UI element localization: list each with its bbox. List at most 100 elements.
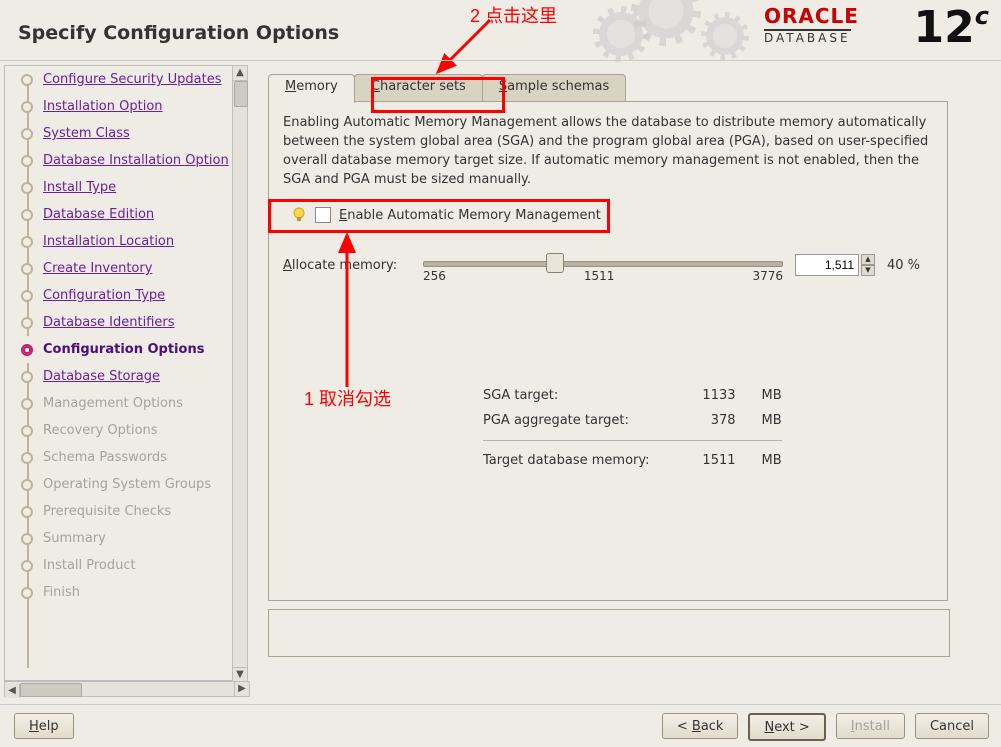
scroll-up-icon[interactable]: ▲ [233,66,247,81]
allocate-memory-label: Allocate memory: [283,258,411,273]
nav-step-dot-icon [21,479,33,491]
table-row: Target database memory: 1511 MB [471,449,794,472]
back-button[interactable]: < Back [662,713,739,739]
sidebar-item-label: Configure Security Updates [43,72,222,87]
sidebar-item-database-installation-option[interactable]: Database Installation Option [5,147,233,174]
nav-step-dot-icon [21,371,33,383]
sidebar-item-label: Database Edition [43,207,154,222]
nav-step-dot-icon [21,398,33,410]
sidebar-item-database-storage[interactable]: Database Storage [5,363,233,390]
sidebar-item-label: Installation Location [43,234,174,249]
sidebar-vertical-scrollbar[interactable]: ▲ ▼ [232,65,248,683]
table-row: PGA aggregate target: 378 MB [471,409,794,432]
total-value: 1511 [664,449,748,472]
oracle-logo: ORACLE DATABASE 12c [764,4,989,46]
pga-unit: MB [750,409,794,432]
memory-summary-table: SGA target: 1133 MB PGA aggregate target… [469,382,796,474]
logo-brand: ORACLE [764,4,859,28]
slider-max: 3776 [752,269,783,283]
sidebar-item-configuration-type[interactable]: Configuration Type [5,282,233,309]
sidebar-item-label: Create Inventory [43,261,152,276]
nav-step-dot-icon [21,155,33,167]
spinner-up-icon[interactable]: ▲ [861,254,875,265]
tab-sample-schemas[interactable]: Sample schemas [482,74,626,103]
install-button[interactable]: Install [836,713,905,739]
enable-amm-checkbox[interactable] [315,207,331,223]
sidebar-horizontal-scrollbar[interactable]: ◀ ▶ [4,681,250,697]
sidebar-item-label: Database Identifiers [43,315,175,330]
sidebar-item-label: Summary [43,531,106,546]
total-unit: MB [750,449,794,472]
allocate-memory-input[interactable] [795,254,859,276]
tab-pane-memory: Enabling Automatic Memory Management all… [268,101,948,601]
sidebar-item-database-edition[interactable]: Database Edition [5,201,233,228]
sidebar-item-summary: Summary [5,525,233,552]
sga-value: 1133 [664,384,748,407]
sidebar-item-label: Install Product [43,558,136,573]
nav-step-dot-icon [21,425,33,437]
pga-label: PGA aggregate target: [471,409,662,432]
sidebar-item-label: Management Options [43,396,183,411]
sidebar-item-installation-option[interactable]: Installation Option [5,93,233,120]
annotation-2-text: 2 点击这里 [470,2,557,28]
sidebar-item-schema-passwords: Schema Passwords [5,444,233,471]
scroll-down-icon[interactable]: ▼ [233,667,247,682]
sidebar-item-install-product: Install Product [5,552,233,579]
next-button[interactable]: Next > [748,713,825,741]
enable-amm-row: Enable Automatic Memory Management [283,201,933,229]
sidebar-item-operating-system-groups: Operating System Groups [5,471,233,498]
nav-step-dot-icon [21,209,33,221]
tab-character-sets[interactable]: Character sets [354,74,483,103]
scroll-thumb[interactable] [20,683,82,697]
page-title: Specify Configuration Options [18,22,339,44]
sidebar-item-install-type[interactable]: Install Type [5,174,233,201]
sidebar-item-create-inventory[interactable]: Create Inventory [5,255,233,282]
nav-step-dot-icon [21,560,33,572]
sidebar-item-label: Recovery Options [43,423,158,438]
sidebar-item-installation-location[interactable]: Installation Location [5,228,233,255]
nav-step-dot-icon [21,587,33,599]
sidebar-item-label: Prerequisite Checks [43,504,171,519]
nav-step-dot-icon [21,317,33,329]
sidebar-item-management-options: Management Options [5,390,233,417]
table-row: SGA target: 1133 MB [471,384,794,407]
cancel-button[interactable]: Cancel [915,713,989,739]
annotation-1-text: 1 取消勾选 [304,385,391,411]
lightbulb-icon [291,207,307,223]
sidebar-item-label: Installation Option [43,99,163,114]
total-label: Target database memory: [471,449,662,472]
sidebar-item-configuration-options[interactable]: Configuration Options [5,336,233,363]
tab-strip: MemoryCharacter setsSample schemas [268,73,988,101]
scroll-right-icon[interactable]: ▶ [234,682,249,696]
gear-icon [701,12,749,60]
sga-label: SGA target: [471,384,662,407]
sidebar: Configure Security Updates Installation O… [4,65,234,681]
sidebar-item-label: Finish [43,585,80,600]
sidebar-item-label: Schema Passwords [43,450,167,465]
wizard-footer: Help < Back Next > Install Cancel [0,704,1001,747]
sidebar-item-label: Database Installation Option [43,153,229,168]
scroll-left-icon[interactable]: ◀ [5,684,20,698]
scroll-thumb[interactable] [234,81,248,107]
allocate-memory-spinner[interactable]: ▲ ▼ [795,254,875,276]
nav-step-dot-icon [21,74,33,86]
pga-value: 378 [664,409,748,432]
sidebar-item-recovery-options: Recovery Options [5,417,233,444]
nav-step-dot-icon [21,128,33,140]
spinner-down-icon[interactable]: ▼ [861,265,875,276]
slider-mid: 1511 [584,269,615,283]
logo-version: 12c [914,2,989,53]
nav-step-dot-icon [21,290,33,302]
allocate-memory-slider[interactable]: 256 1511 3776 [423,251,783,279]
sidebar-item-database-identifiers[interactable]: Database Identifiers [5,309,233,336]
sidebar-item-configure-security-updates[interactable]: Configure Security Updates [5,66,233,93]
sidebar-item-label: Database Storage [43,369,160,384]
logo-product: DATABASE [764,29,851,45]
sidebar-item-prerequisite-checks: Prerequisite Checks [5,498,233,525]
sidebar-item-system-class[interactable]: System Class [5,120,233,147]
nav-step-dot-icon [21,452,33,464]
help-button[interactable]: Help [14,713,74,739]
slider-min: 256 [423,269,446,283]
tab-memory[interactable]: Memory [268,74,355,103]
message-panel [268,609,950,657]
